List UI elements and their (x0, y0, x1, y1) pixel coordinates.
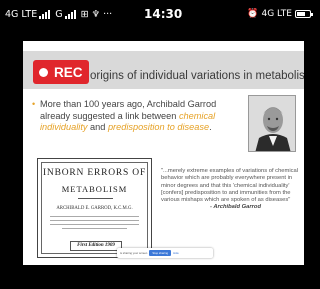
status-left: 4G LTE G ⊞ ♆ ··· (5, 9, 112, 20)
book-fine-print (50, 216, 139, 217)
signal-strength-icon (39, 10, 51, 19)
garrod-portrait (248, 95, 296, 152)
presentation-slide: REC origins of individual variations in … (23, 41, 304, 265)
stop-sharing-button[interactable]: Stop sharing (149, 250, 172, 256)
book-fine-print (50, 224, 139, 225)
book-title-line2: METABOLISM (61, 184, 128, 194)
book-author: ARCHIBALD E. GARROD, K.C.M.G. (56, 206, 133, 211)
bullet-point: • More than 100 years ago, Archibald Gar… (32, 99, 246, 134)
bullet-icon: • (32, 99, 36, 109)
book-fine-print (50, 220, 139, 221)
clock: 14:30 (144, 7, 183, 21)
record-dot-icon (39, 67, 48, 77)
notification-icons: ⊞ ♆ ··· (80, 9, 113, 20)
signal-strength-icon-2 (64, 10, 76, 19)
share-message: is sharing your screen (120, 251, 148, 255)
slide-title-bar: REC origins of individual variations in … (23, 51, 304, 89)
screen-share-bar: is sharing your screen Stop sharing Hide (117, 248, 213, 258)
record-label: REC (54, 64, 83, 80)
highlight-predisposition: predisposition to disease (107, 122, 210, 132)
sim2-network-label: G (55, 9, 63, 20)
book-cover-image: INBORN ERRORS OF METABOLISM ARCHIBALD E.… (37, 158, 152, 258)
quote-text: "...merely extreme examples of variation… (161, 168, 299, 204)
status-bar: 4G LTE G ⊞ ♆ ··· 14:30 ⏰ 4G LTE (0, 0, 319, 34)
battery-icon (295, 10, 313, 18)
status-right: ⏰ 4G LTE (247, 9, 313, 19)
network-right-label: 4G LTE (261, 9, 292, 19)
book-cover-frame: INBORN ERRORS OF METABOLISM ARCHIBALD E.… (41, 162, 148, 254)
book-fine-print (62, 228, 127, 229)
slide-title: origins of individual variations in meta… (90, 70, 304, 82)
sim1-network-label: 4G LTE (5, 9, 38, 20)
garrod-quote: "...merely extreme examples of variation… (161, 168, 299, 212)
book-edition-label: First Edition 1909 (70, 241, 122, 251)
hide-button[interactable]: Hide (173, 251, 179, 255)
book-title-line1: INBORN ERRORS OF (42, 168, 147, 178)
quote-author: - Archibald Garrod (210, 204, 261, 211)
alarm-clock-icon: ⏰ (247, 9, 259, 19)
bullet-text: More than 100 years ago, Archibald Garro… (40, 99, 217, 132)
book-divider (78, 198, 113, 199)
record-indicator[interactable]: REC (33, 60, 89, 84)
